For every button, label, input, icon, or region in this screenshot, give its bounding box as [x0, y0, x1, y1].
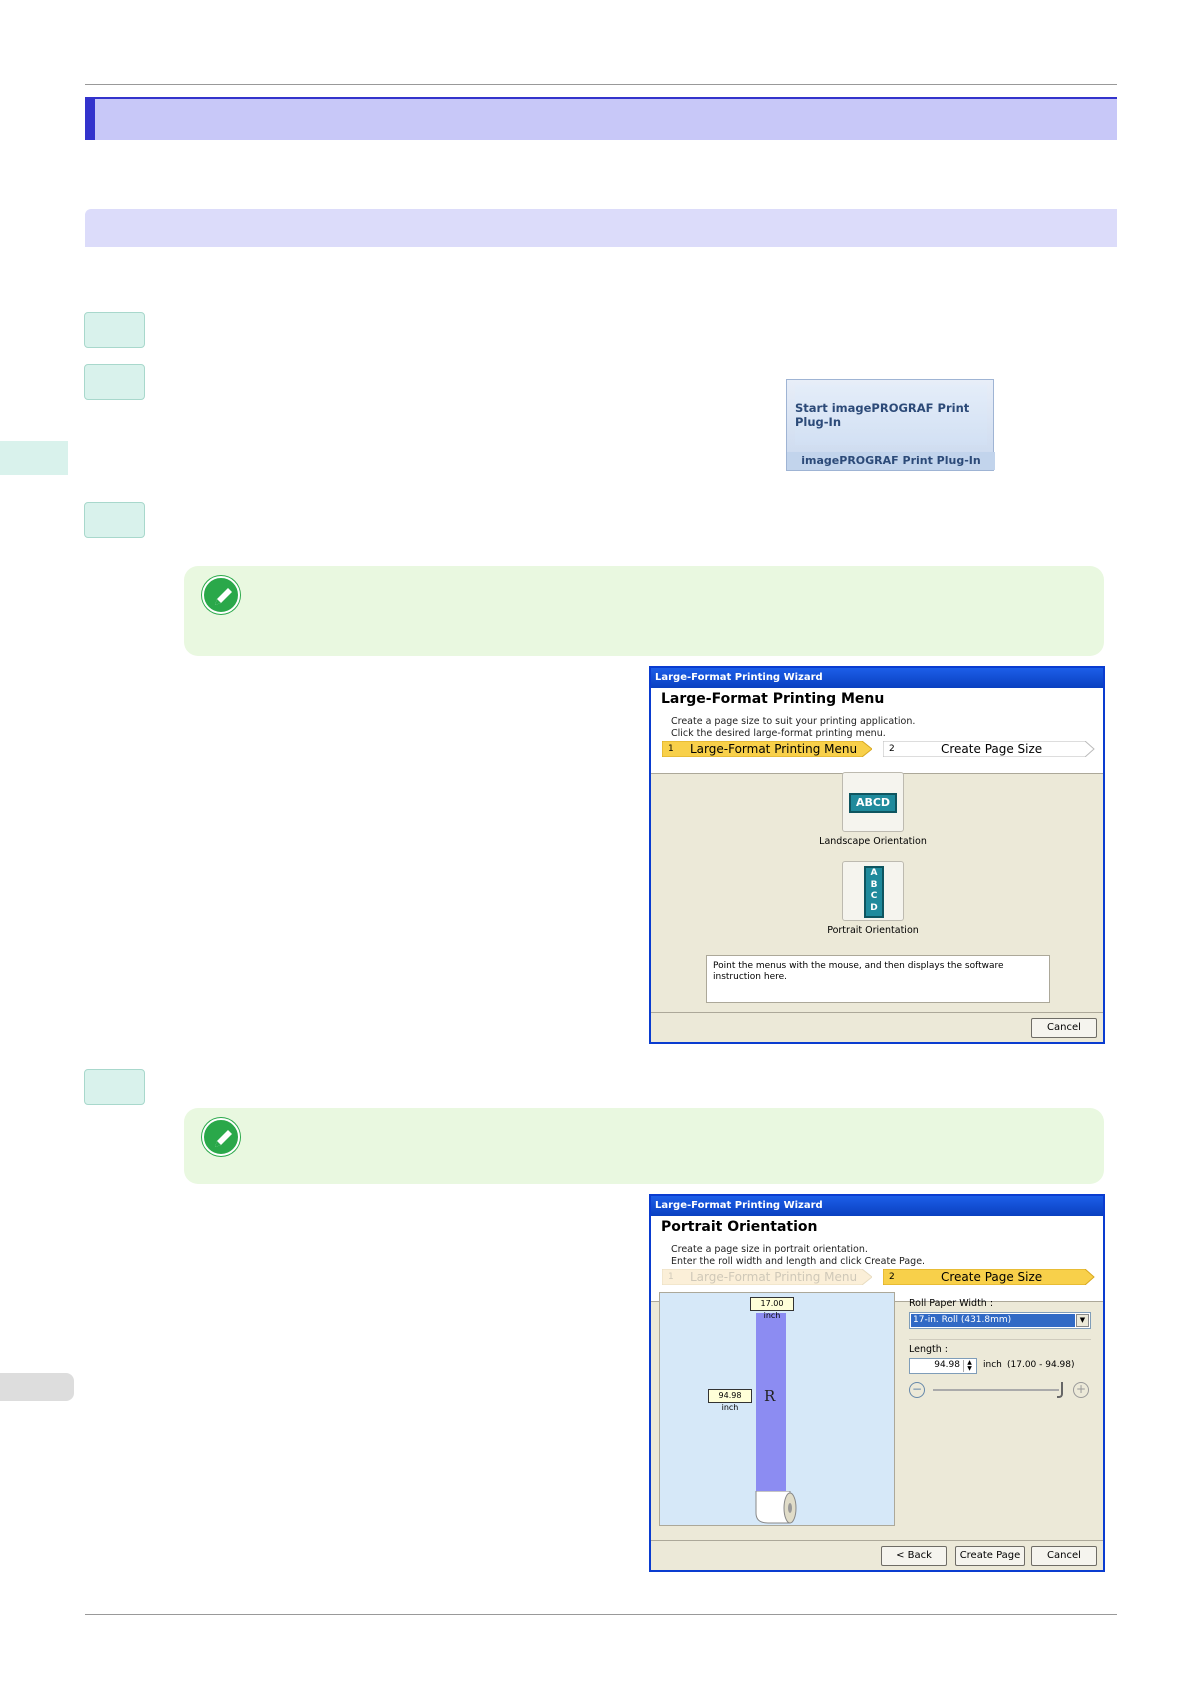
wizard-dialog-portrait: Large-Format Printing Wizard Portrait Or… [649, 1194, 1105, 1572]
ribbon-group: Start imagePROGRAF Print Plug-In imagePR… [786, 379, 995, 471]
breadcrumb-step-1[interactable]: 1 Large-Format Printing Menu [662, 1269, 872, 1285]
zoom-in-icon[interactable]: + [1073, 1382, 1089, 1398]
dialog-subtitle-1: Create a page size to suit your printing… [671, 716, 916, 727]
slider-thumb[interactable] [1057, 1382, 1063, 1398]
note-box [184, 1108, 1104, 1184]
dialog-heading: Large-Format Printing Menu [661, 691, 885, 707]
instruction-text-box: Point the menus with the mouse, and then… [706, 955, 1050, 1003]
cancel-button[interactable]: Cancel [1031, 1018, 1097, 1038]
pencil-icon [202, 1118, 240, 1156]
section-heading-bar [85, 97, 1117, 140]
dialog-title: Large-Format Printing Wizard [651, 668, 1103, 688]
subsection-heading-bar [85, 209, 1117, 247]
portrait-orientation-button[interactable]: A B C D [842, 861, 904, 921]
breadcrumb-step-2: 2 Create Page Size [883, 1269, 1095, 1285]
width-tag: 17.00 inch [750, 1297, 794, 1320]
control-divider [909, 1339, 1091, 1340]
page-preview-pane: 17.00 inch 94.98 inch R [659, 1292, 895, 1526]
portrait-label: Portrait Orientation [827, 925, 919, 936]
breadcrumb-step-2: 2 Create Page Size [883, 741, 1095, 757]
paper-roll-icon [755, 1491, 797, 1524]
back-button[interactable]: < Back [881, 1546, 947, 1566]
step-marker-4 [84, 1069, 145, 1105]
landscape-orientation-button[interactable]: ABCD [842, 772, 904, 832]
chevron-down-icon[interactable]: ▼ [1076, 1314, 1089, 1327]
landscape-label: Landscape Orientation [819, 836, 927, 847]
start-plugin-label: Start imagePROGRAF Print Plug-In [795, 401, 970, 429]
zoom-out-icon[interactable]: − [909, 1382, 925, 1398]
footer-divider [651, 1540, 1103, 1541]
ribbon-group-label: imagePROGRAF Print Plug-In [787, 452, 995, 470]
cancel-button[interactable]: Cancel [1031, 1546, 1097, 1566]
landscape-icon: ABCD [849, 793, 897, 813]
start-plugin-button[interactable]: Start imagePROGRAF Print Plug-In [795, 385, 987, 445]
length-label: Length : [909, 1344, 948, 1355]
dialog-subtitle-2: Enter the roll width and length and clic… [671, 1256, 926, 1267]
index-side-tab [0, 1373, 74, 1401]
dialog-header: Large-Format Printing Menu Create a page… [651, 688, 1103, 774]
pencil-icon [202, 576, 240, 614]
orientation-glyph: R [764, 1387, 776, 1405]
footer-divider [651, 1012, 1103, 1013]
dialog-subtitle-2: Click the desired large-format printing … [671, 728, 886, 739]
step-marker-3 [84, 502, 145, 538]
stepper-arrows-icon[interactable]: ▲ ▼ [963, 1360, 975, 1372]
wizard-dialog-menu: Large-Format Printing Wizard Large-Forma… [649, 666, 1105, 1044]
note-box [184, 566, 1104, 656]
step-marker-2 [84, 364, 145, 400]
chapter-side-tab [0, 441, 68, 475]
portrait-icon: A B C D [864, 866, 884, 918]
footer-rule [85, 1614, 1117, 1615]
header-rule [85, 84, 1117, 85]
length-stepper[interactable]: 94.98 ▲ ▼ [909, 1358, 977, 1374]
step-marker-1 [84, 312, 145, 348]
roll-width-label: Roll Paper Width : [909, 1298, 994, 1309]
length-tag: 94.98 inch [708, 1389, 752, 1412]
dialog-heading: Portrait Orientation [661, 1219, 818, 1235]
dialog-subtitle-1: Create a page size in portrait orientati… [671, 1244, 868, 1255]
create-page-button[interactable]: Create Page [955, 1546, 1025, 1566]
roll-width-value: 17-in. Roll (431.8mm) [911, 1314, 1075, 1327]
breadcrumb-step-1: 1 Large-Format Printing Menu [662, 741, 872, 757]
dialog-header: Portrait Orientation Create a page size … [651, 1216, 1103, 1302]
length-value: 94.98 [934, 1360, 960, 1370]
length-range: (17.00 - 94.98) [1007, 1360, 1075, 1370]
dialog-title: Large-Format Printing Wizard [651, 1196, 1103, 1216]
length-unit: inch [983, 1360, 1002, 1370]
roll-width-select[interactable]: 17-in. Roll (431.8mm) ▼ [909, 1312, 1091, 1329]
length-slider[interactable] [933, 1389, 1059, 1391]
